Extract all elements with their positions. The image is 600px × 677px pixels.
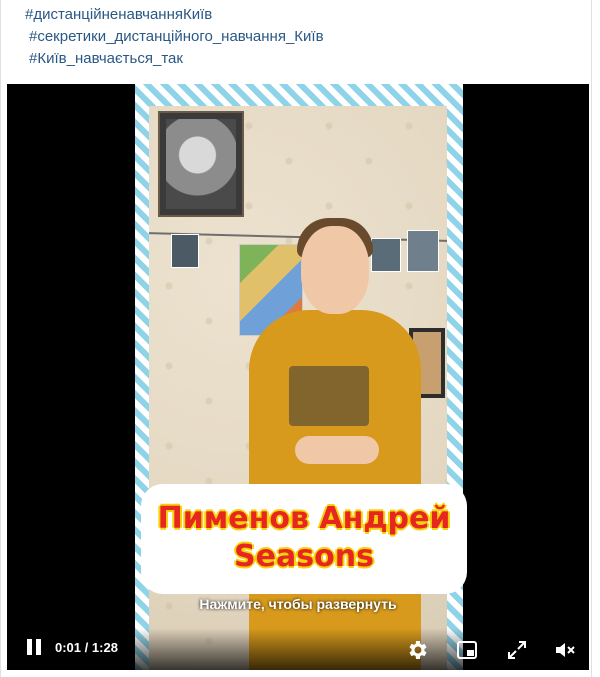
- hashtag-link[interactable]: #Київ_навчається_так: [29, 48, 324, 70]
- hashtag-list: #дистанційненавчанняКиїв #секретики_дист…: [25, 4, 324, 70]
- video-title-subject: Seasons: [234, 539, 374, 574]
- time-display: 0:01 / 1:28: [55, 640, 118, 655]
- player-controls: 0:01 / 1:28: [7, 628, 589, 670]
- settings-button[interactable]: [405, 638, 429, 662]
- video-title-card: Пименов Андрей Seasons: [141, 484, 467, 594]
- shirt-print: [289, 366, 369, 426]
- gear-icon: [405, 641, 429, 666]
- post-card: #дистанційненавчанняКиїв #секретики_дист…: [0, 0, 592, 677]
- expand-hint[interactable]: Нажмите, чтобы развернуть: [7, 596, 589, 612]
- duration: 1:28: [91, 640, 118, 655]
- pause-button[interactable]: [23, 636, 45, 658]
- pip-button[interactable]: [455, 638, 479, 662]
- boy-hands: [295, 436, 379, 464]
- video-title-name: Пименов Андрей: [157, 501, 451, 536]
- fullscreen-icon: [505, 641, 529, 666]
- hanging-photo: [407, 230, 439, 272]
- picture-in-picture-icon: [455, 641, 479, 666]
- time-separator: /: [84, 640, 89, 655]
- current-time: 0:01: [55, 640, 82, 655]
- hashtag-link[interactable]: #дистанційненавчанняКиїв: [25, 4, 324, 26]
- hanging-photo: [371, 238, 401, 272]
- striped-video-frame: Пименов Андрей Seasons: [135, 84, 467, 670]
- fullscreen-button[interactable]: [505, 638, 529, 662]
- video-player[interactable]: Пименов Андрей Seasons Нажмите, чтобы ра…: [7, 84, 589, 670]
- mute-button[interactable]: [553, 638, 577, 662]
- speaker-muted-icon: [553, 643, 577, 666]
- hanging-photo: [171, 234, 199, 268]
- boy-face: [301, 226, 369, 314]
- hashtag-link[interactable]: #секретики_дистанційного_навчання_Київ: [29, 26, 324, 48]
- wall-portrait: [158, 111, 244, 217]
